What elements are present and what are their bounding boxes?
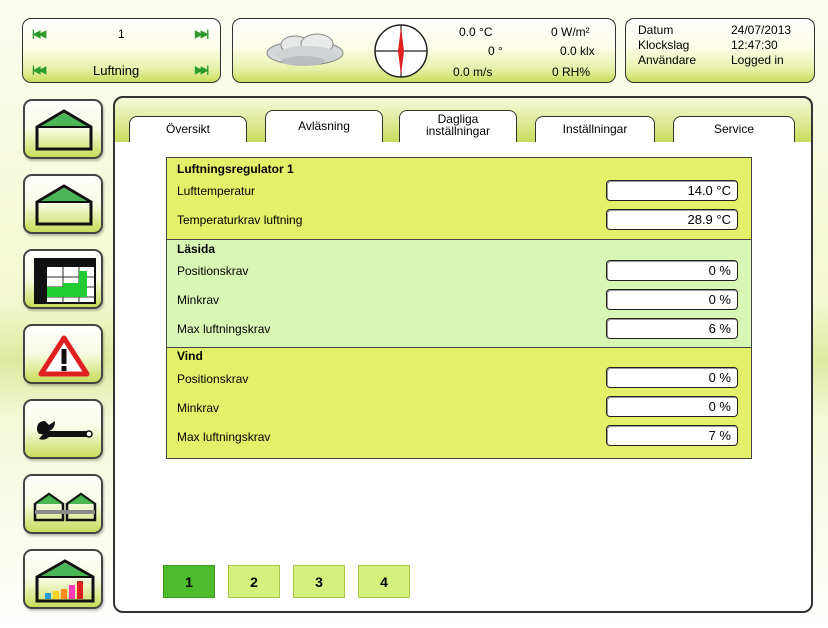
sidebar-chart-button[interactable] [23,249,103,309]
navigation-box: |◀◀ 1 ▶▶| |◀◀ Luftning ▶▶| [22,18,221,83]
user-value: Logged in [731,53,784,67]
date-label: Datum [638,23,674,37]
prev-greenhouse-icon[interactable]: |◀◀ [32,29,46,40]
humidity: 0 RH% [552,65,591,79]
tab-avlasning[interactable]: Avläsning [265,110,383,142]
light-level: 0.0 klx [560,44,595,58]
temperature-requirement-value[interactable]: 28.9 °C [606,209,738,230]
time-value: 12:47:30 [731,38,778,52]
row-label: Positionskrav [177,372,249,386]
ventilation-table: Luftningsregulator 1 Lufttemperatur 14.0… [166,157,752,459]
page-button-4[interactable]: 4 [358,565,410,598]
sidebar-alarm-button[interactable] [23,324,103,384]
chart-grid-icon [34,258,96,304]
tab-label: Avläsning [298,119,350,133]
vind-min-value[interactable]: 0 % [606,396,738,417]
section-title: Vind [177,349,203,363]
row-label: Max luftningskrav [177,322,271,336]
lasida-max-value[interactable]: 6 % [606,318,738,339]
info-box: Datum 24/07/2013 Klockslag 12:47:30 Anvä… [625,18,815,83]
tab-label: Inställningar [562,122,628,136]
page-button-1[interactable]: 1 [163,565,215,598]
date-value: 24/07/2013 [731,23,792,37]
tab-service[interactable]: Service [673,116,795,142]
tab-oversikt[interactable]: Översikt [129,116,247,142]
next-greenhouse-icon[interactable]: ▶▶| [195,29,209,40]
sidebar-energy-button[interactable] [23,549,103,609]
row-label: Positionskrav [177,264,249,278]
greenhouse-connection-icon [33,492,97,522]
tab-label-line2: inställningar [425,124,491,138]
outside-temperature: 0.0 °C [459,25,493,39]
row-label: Max luftningskrav [177,430,271,444]
greenhouse-number: 1 [118,27,125,41]
radiation: 0 W/m² [551,25,590,39]
tab-label: Översikt [165,122,210,136]
greenhouse-icon [35,109,93,151]
tab-label: Service [713,122,754,136]
section-title: Läsida [177,242,216,256]
sidebar-connection-button[interactable] [23,474,103,534]
compass-icon [374,24,428,78]
sidebar-greenhouse-button[interactable] [23,99,103,159]
section-title: Luftningsregulator 1 [177,162,294,176]
wrench-icon [37,421,93,440]
section-luftningsregulator: Luftningsregulator 1 Lufttemperatur 14.0… [167,158,751,239]
wind-speed: 0.0 m/s [453,65,493,79]
row-label: Minkrav [177,401,220,415]
tab-dagliga-installningar[interactable]: Dagliga inställningar [399,110,517,142]
section-lasida: Läsida Positionskrav 0 % Minkrav 0 % Max… [167,240,751,347]
warning-icon [38,335,90,377]
sidebar-service-button[interactable] [23,399,103,459]
wind-direction: 0 ° [488,44,503,58]
page-button-3[interactable]: 3 [293,565,345,598]
air-temperature-value[interactable]: 14.0 °C [606,180,738,201]
lasida-min-value[interactable]: 0 % [606,289,738,310]
time-label: Klockslag [638,38,690,52]
next-section-icon[interactable]: ▶▶| [195,65,209,76]
sidebar-greenhouse-2-button[interactable] [23,174,103,234]
row-label: Temperaturkrav luftning [177,213,303,227]
user-label: Användare [638,53,697,67]
vind-max-value[interactable]: 7 % [606,425,738,446]
tab-installningar[interactable]: Inställningar [535,116,655,142]
active-tab-bridge [266,140,382,144]
prev-section-icon[interactable]: |◀◀ [32,65,46,76]
section-vind: Vind Positionskrav 0 % Minkrav 0 % Max l… [167,348,751,458]
lasida-position-value[interactable]: 0 % [606,260,738,281]
vind-position-value[interactable]: 0 % [606,367,738,388]
greenhouse-icon [35,184,93,226]
cloud-icon [266,33,344,66]
weather-box[interactable]: 0.0 °C 0 W/m² 0 ° 0.0 klx 0.0 m/s 0 RH% [232,18,616,83]
greenhouse-chart-icon [35,559,95,603]
row-label: Minkrav [177,293,220,307]
section-name: Luftning [93,63,140,78]
page-button-2[interactable]: 2 [228,565,280,598]
row-label: Lufttemperatur [177,184,256,198]
